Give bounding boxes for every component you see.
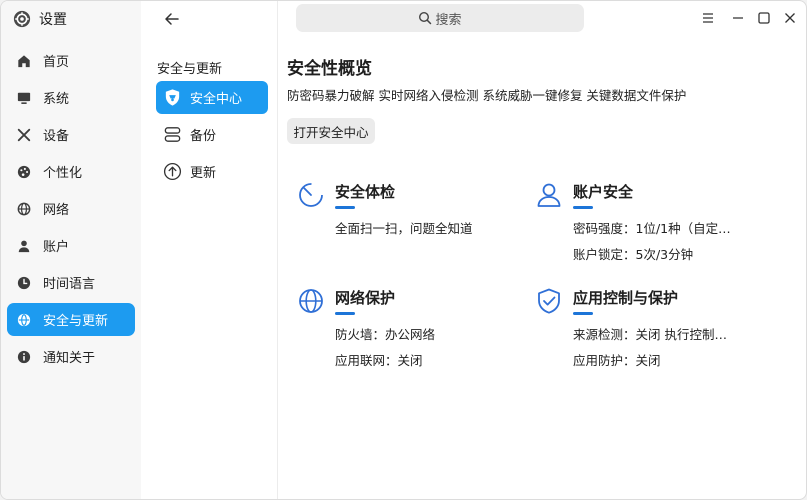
sidebar-nav: 首页 系统 设备 个性化 网络 账户 时间语言 安全与更新 通知关于 bbox=[7, 44, 135, 377]
app-title: 设置 bbox=[39, 12, 67, 28]
page-description: 防密码暴力破解 实时网络入侵检测 系统威胁一键修复 关键数据文件保护 bbox=[287, 88, 687, 103]
scan-icon bbox=[299, 183, 323, 207]
sidebar-item-label: 个性化 bbox=[43, 166, 83, 181]
title-underline bbox=[573, 312, 593, 315]
clock-icon bbox=[17, 276, 31, 289]
card-line: 应用防护：关闭 bbox=[573, 353, 661, 368]
card-line: 防火墙：办公网络 bbox=[335, 327, 436, 342]
subnav-title: 安全与更新 bbox=[157, 62, 223, 77]
sidebar-item-label: 安全与更新 bbox=[43, 314, 109, 329]
card-line: 密码强度：1位/1种（自定… bbox=[573, 221, 731, 236]
title-underline bbox=[573, 206, 593, 209]
sidebar-item-label: 网络 bbox=[43, 203, 70, 218]
arrow-up-circle-icon bbox=[163, 162, 182, 181]
sidebar-item-system[interactable]: 系统 bbox=[7, 81, 135, 114]
subnav-list: 安全中心 备份 更新 bbox=[156, 81, 268, 192]
card-account-security[interactable]: 账户安全 密码强度：1位/1种（自定… 账户锁定：5次/3分钟 bbox=[535, 181, 755, 266]
card-title: 账户安全 bbox=[573, 183, 634, 201]
shield-check-icon bbox=[538, 288, 560, 314]
app-header: 设置 bbox=[13, 8, 67, 30]
sidebar-item-devices[interactable]: 设备 bbox=[7, 118, 135, 151]
card-line: 账户锁定：5次/3分钟 bbox=[573, 247, 694, 262]
gear-icon bbox=[13, 10, 31, 28]
subnav-panel: 安全与更新 安全中心 备份 更新 bbox=[141, 1, 278, 499]
palette-icon bbox=[17, 165, 31, 178]
card-title: 网络保护 bbox=[335, 289, 396, 307]
card-title: 应用控制与保护 bbox=[573, 289, 679, 307]
search-icon bbox=[419, 11, 432, 25]
maximize-icon[interactable] bbox=[755, 9, 773, 27]
subnav-item-label: 备份 bbox=[190, 129, 217, 144]
backup-icon bbox=[164, 127, 181, 142]
open-security-center-button[interactable]: 打开安全中心 bbox=[287, 118, 375, 144]
page-title: 安全性概览 bbox=[287, 59, 372, 79]
sidebar-item-account[interactable]: 账户 bbox=[7, 229, 135, 262]
card-security-checkup[interactable]: 安全体检 全面扫一扫，问题全知道 bbox=[297, 181, 517, 241]
sidebar-item-personalization[interactable]: 个性化 bbox=[7, 155, 135, 188]
user-outline-icon bbox=[537, 183, 561, 207]
minimize-icon[interactable] bbox=[729, 9, 747, 27]
search-input[interactable]: 搜索 bbox=[296, 4, 584, 32]
card-line: 来源检测：关闭 执行控制… bbox=[573, 327, 727, 342]
sidebar-item-label: 通知关于 bbox=[43, 351, 96, 366]
card-title: 安全体检 bbox=[335, 183, 396, 201]
subnav-item-update[interactable]: 更新 bbox=[156, 155, 268, 188]
search-placeholder: 搜索 bbox=[435, 12, 462, 28]
globe-outline-icon bbox=[299, 289, 323, 313]
menu-icon[interactable] bbox=[699, 9, 717, 27]
subnav-item-security-center[interactable]: 安全中心 bbox=[156, 81, 268, 114]
settings-window: 设置 首页 系统 设备 个性化 网络 账户 时间语言 安全与更新 通知关于 安全… bbox=[0, 0, 807, 500]
card-line: 应用联网：关闭 bbox=[335, 353, 423, 368]
sidebar-item-label: 时间语言 bbox=[43, 277, 96, 292]
sidebar-item-security-update[interactable]: 安全与更新 bbox=[7, 303, 135, 336]
sidebar-item-label: 首页 bbox=[43, 55, 70, 70]
globe-icon bbox=[17, 313, 31, 326]
card-network-protection[interactable]: 网络保护 防火墙：办公网络 应用联网：关闭 bbox=[297, 287, 517, 372]
sidebar-item-label: 系统 bbox=[43, 92, 70, 107]
sidebar: 设置 首页 系统 设备 个性化 网络 账户 时间语言 安全与更新 通知关于 bbox=[1, 1, 141, 499]
sidebar-item-time-language[interactable]: 时间语言 bbox=[7, 266, 135, 299]
shield-icon bbox=[165, 89, 180, 106]
card-app-control[interactable]: 应用控制与保护 来源检测：关闭 执行控制… 应用防护：关闭 bbox=[535, 287, 755, 372]
info-icon bbox=[17, 350, 31, 363]
user-icon bbox=[18, 240, 30, 252]
tools-icon bbox=[17, 128, 31, 141]
subnav-item-label: 安全中心 bbox=[190, 92, 243, 107]
title-underline bbox=[335, 206, 355, 209]
subnav-item-label: 更新 bbox=[190, 166, 217, 181]
monitor-icon bbox=[17, 92, 31, 104]
title-underline bbox=[335, 312, 355, 315]
sidebar-item-label: 设备 bbox=[43, 129, 70, 144]
close-icon[interactable] bbox=[781, 9, 799, 27]
globe-icon bbox=[17, 202, 31, 215]
back-arrow-icon[interactable] bbox=[163, 10, 181, 28]
card-line: 全面扫一扫，问题全知道 bbox=[335, 221, 473, 236]
sidebar-item-label: 账户 bbox=[43, 240, 70, 255]
sidebar-item-network[interactable]: 网络 bbox=[7, 192, 135, 225]
subnav-item-backup[interactable]: 备份 bbox=[156, 118, 268, 151]
home-icon bbox=[18, 54, 30, 67]
sidebar-item-home[interactable]: 首页 bbox=[7, 44, 135, 77]
sidebar-item-notification-about[interactable]: 通知关于 bbox=[7, 340, 135, 373]
